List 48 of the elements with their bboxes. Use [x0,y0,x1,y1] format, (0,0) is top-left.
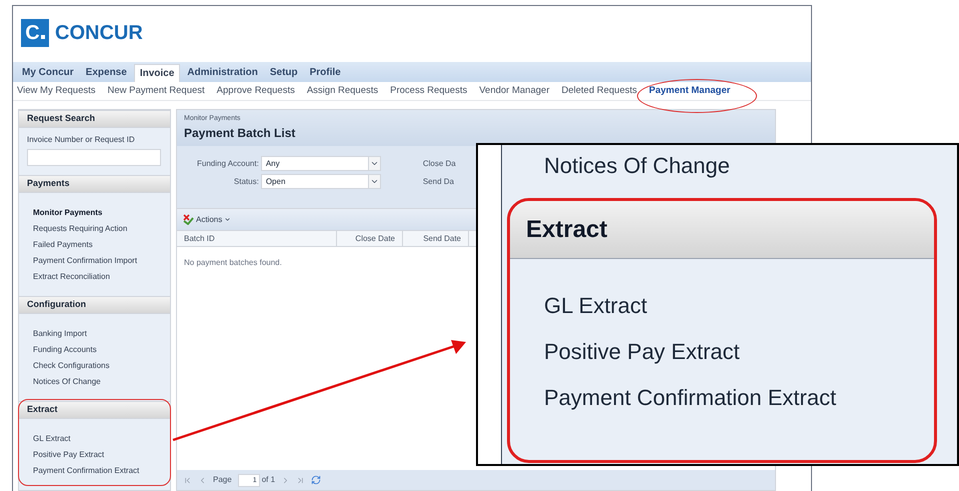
column-header: Close Date [337,231,403,246]
sidebar-link[interactable]: Banking Import [33,327,156,342]
nav-tab[interactable]: Expense [80,64,132,82]
subnav-link[interactable]: Deleted Requests [561,84,638,98]
subnav-link[interactable]: Assign Requests [306,84,378,98]
field-label: Invoice Number or Request ID [27,134,136,146]
sidebar-link[interactable]: Funding Accounts [33,343,156,358]
subnav-link[interactable]: Approve Requests [216,84,295,98]
sidebar-link[interactable]: Failed Payments [33,238,156,252]
subnav-link[interactable]: New Payment Request [108,84,205,98]
sidebar-link[interactable]: Notices Of Change [33,375,156,390]
empty-message: No payment batches found. [183,257,283,270]
sidebar-link[interactable]: Extract Reconciliation [33,270,156,284]
sidebar-link[interactable]: Monitor Payments [33,206,156,220]
subnav-link[interactable]: Payment Manager [649,84,730,98]
nav-tab[interactable]: Profile [304,64,346,82]
actions-button[interactable]: Actions [183,214,232,226]
filter-label: Status: [234,176,259,188]
sidebar-link[interactable]: Payment Confirmation Import [33,254,156,268]
nav-tab[interactable]: Administration [182,64,263,82]
page-label: Page [213,474,232,486]
sidebar-link[interactable]: Requests Requiring Action [33,222,156,236]
nav-tab[interactable]: My Concur [17,64,79,82]
dropdown-field[interactable]: Open [260,174,381,190]
logo-text: CONCUR [55,21,143,46]
sidebar-link[interactable]: Check Configurations [33,359,156,374]
section-header: Payments [19,175,170,194]
logo-mark: C [21,19,49,48]
subnav-link[interactable]: Vendor Manager [479,84,550,98]
subnav-link[interactable]: Process Requests [390,84,468,98]
section-header: Configuration [19,296,170,314]
page-count: of 1 [262,474,276,486]
section-header: Extract [19,401,170,420]
section-header: Request Search [19,110,170,128]
sidebar-link[interactable]: Positive Pay Extract [33,448,156,462]
panel-title: Payment Batch List [184,125,296,142]
inset-header: Extract [526,214,608,244]
filter-label: Send Da [422,176,455,188]
filter-label: Close Da [422,158,456,170]
sidebar-link[interactable]: Payment Confirmation Extract [33,464,156,478]
subnav-link[interactable]: View My Requests [17,84,96,98]
column-header: Send Date [403,231,469,246]
dropdown-field[interactable]: Any [260,156,381,172]
nav-tab[interactable]: Setup [264,64,303,82]
filter-label: Funding Account: [197,158,259,170]
sidebar-link[interactable]: GL Extract [33,432,156,446]
column-header: Batch ID [177,231,337,246]
nav-tab[interactable]: Invoice [134,64,180,82]
